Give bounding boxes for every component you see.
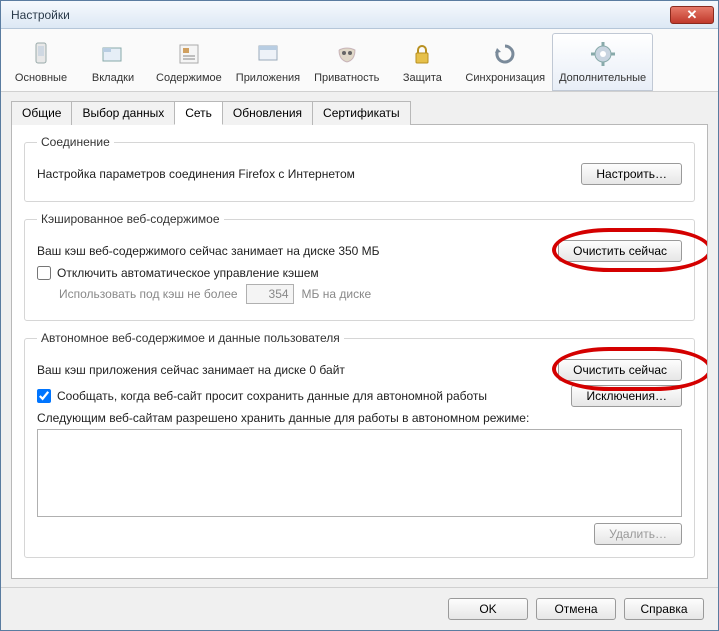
clear-offline-button[interactable]: Очистить сейчас xyxy=(558,359,682,381)
ok-button[interactable]: OK xyxy=(448,598,528,620)
cache-limit-prefix: Использовать под кэш не более xyxy=(59,287,238,301)
connection-fieldset: Соединение Настройка параметров соединен… xyxy=(24,135,695,202)
sub-tabs: Общие Выбор данных Сеть Обновления Серти… xyxy=(11,100,708,125)
dialog-buttons: OK Отмена Справка xyxy=(1,587,718,630)
connection-settings-button[interactable]: Настроить… xyxy=(581,163,682,185)
tab-data-choices[interactable]: Выбор данных xyxy=(71,101,175,125)
category-toolbar: Основные Вкладки Содержимое Приложения П… xyxy=(1,29,718,92)
toolbar-general[interactable]: Основные xyxy=(5,33,77,91)
allowed-sites-listbox[interactable] xyxy=(37,429,682,517)
offline-usage-text: Ваш кэш приложения сейчас занимает на ди… xyxy=(37,363,558,377)
toolbar-apps[interactable]: Приложения xyxy=(229,33,307,91)
lock-icon xyxy=(406,38,438,70)
clear-cache-button[interactable]: Очистить сейчас xyxy=(558,240,682,262)
connection-text: Настройка параметров соединения Firefox … xyxy=(37,167,581,181)
tab-updates[interactable]: Обновления xyxy=(222,101,313,125)
toolbar-security[interactable]: Защита xyxy=(386,33,458,91)
sync-icon xyxy=(489,38,521,70)
tab-network[interactable]: Сеть xyxy=(174,101,223,125)
notify-offline-label: Сообщать, когда веб-сайт просит сохранит… xyxy=(57,389,571,403)
settings-window: Настройки ✕ Основные Вкладки Содержимое … xyxy=(0,0,719,631)
mask-icon xyxy=(331,38,363,70)
override-cache-checkbox[interactable] xyxy=(37,266,51,280)
tab-certificates[interactable]: Сертификаты xyxy=(312,101,411,125)
toolbar-tabs[interactable]: Вкладки xyxy=(77,33,149,91)
content-area: Общие Выбор данных Сеть Обновления Серти… xyxy=(1,92,718,587)
content-icon xyxy=(173,38,205,70)
cache-legend: Кэшированное веб-содержимое xyxy=(37,212,224,226)
delete-site-button[interactable]: Удалить… xyxy=(594,523,682,545)
help-button[interactable]: Справка xyxy=(624,598,704,620)
close-icon: ✕ xyxy=(687,7,698,23)
toolbar-advanced[interactable]: Дополнительные xyxy=(552,33,653,91)
offline-fieldset: Автономное веб-содержимое и данные польз… xyxy=(24,331,695,558)
network-panel: Соединение Настройка параметров соединен… xyxy=(11,125,708,579)
close-button[interactable]: ✕ xyxy=(670,6,714,24)
toolbar-content[interactable]: Содержимое xyxy=(149,33,229,91)
tabs-icon xyxy=(97,38,129,70)
allowed-sites-text: Следующим веб-сайтам разрешено хранить д… xyxy=(37,411,682,425)
connection-legend: Соединение xyxy=(37,135,114,149)
exceptions-button[interactable]: Исключения… xyxy=(571,385,682,407)
apps-icon xyxy=(252,38,284,70)
window-title: Настройки xyxy=(11,8,670,22)
cache-limit-input[interactable] xyxy=(246,284,294,304)
toolbar-privacy[interactable]: Приватность xyxy=(307,33,386,91)
cache-usage-text: Ваш кэш веб-содержимого сейчас занимает … xyxy=(37,244,558,258)
cache-fieldset: Кэшированное веб-содержимое Ваш кэш веб-… xyxy=(24,212,695,321)
gear-icon xyxy=(587,38,619,70)
override-cache-label: Отключить автоматическое управление кэше… xyxy=(57,266,682,280)
phone-icon xyxy=(25,38,57,70)
tab-general[interactable]: Общие xyxy=(11,101,72,125)
notify-offline-checkbox[interactable] xyxy=(37,389,51,403)
offline-legend: Автономное веб-содержимое и данные польз… xyxy=(37,331,344,345)
cache-limit-suffix: МБ на диске xyxy=(302,287,372,301)
cancel-button[interactable]: Отмена xyxy=(536,598,616,620)
toolbar-sync[interactable]: Синхронизация xyxy=(458,33,552,91)
titlebar: Настройки ✕ xyxy=(1,1,718,29)
